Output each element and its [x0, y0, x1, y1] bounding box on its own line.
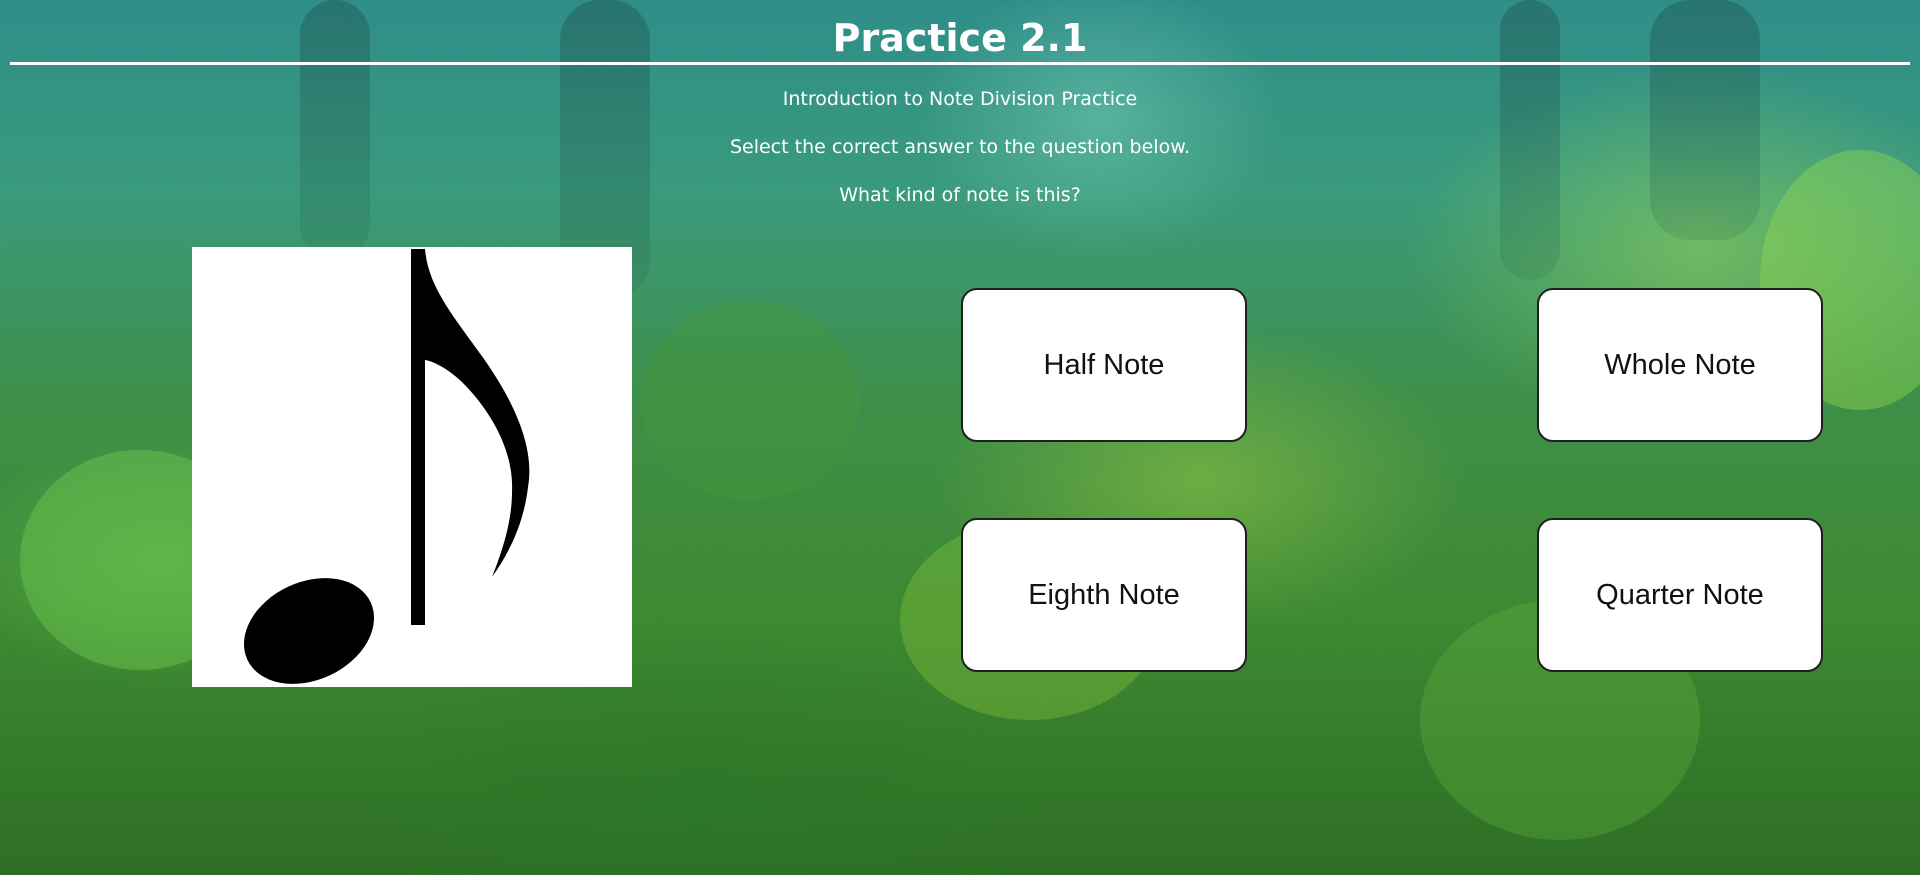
answer-whole-note-button[interactable]: Whole Note	[1537, 288, 1823, 442]
answer-quarter-note-button[interactable]: Quarter Note	[1537, 518, 1823, 672]
title-divider	[10, 62, 1910, 65]
page-title: Practice 2.1	[832, 16, 1088, 60]
practice-subtitle: Introduction to Note Division Practice	[782, 88, 1138, 110]
question-text: What kind of note is this?	[839, 184, 1081, 206]
answer-half-note-button[interactable]: Half Note	[961, 288, 1247, 442]
background-foliage	[640, 300, 860, 500]
eighth-note-icon	[243, 249, 530, 684]
question-image	[192, 247, 632, 687]
instruction-text: Select the correct answer to the questio…	[729, 136, 1191, 158]
answer-eighth-note-button[interactable]: Eighth Note	[961, 518, 1247, 672]
